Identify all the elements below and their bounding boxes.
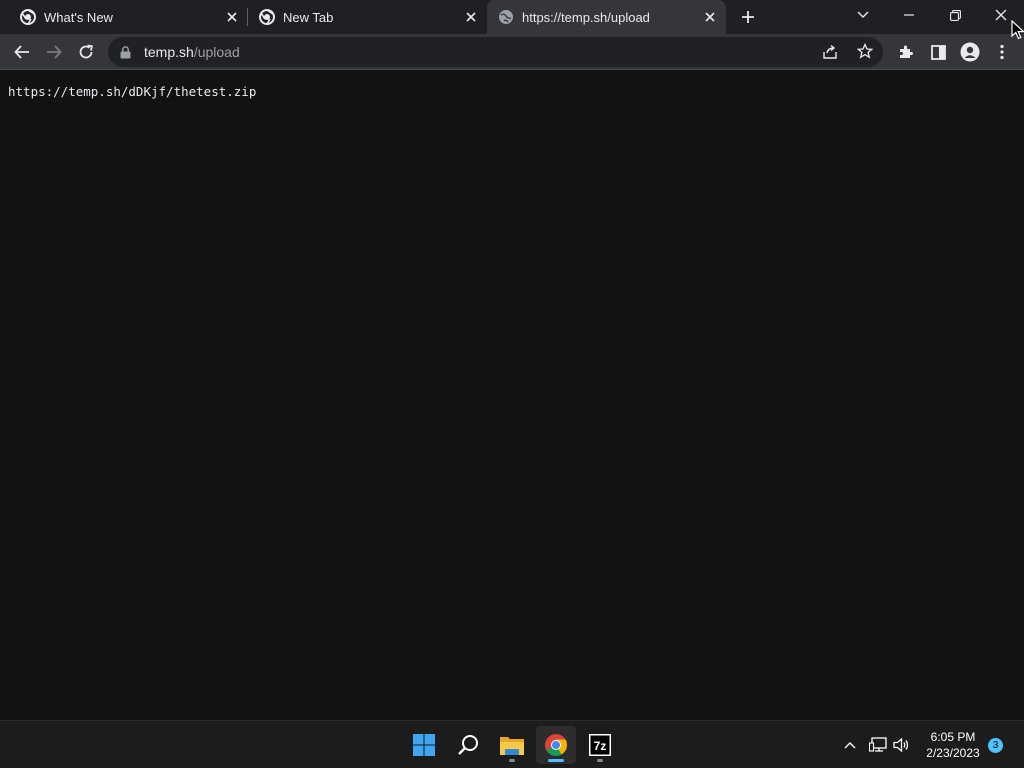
tab-title: https://temp.sh/upload bbox=[522, 9, 650, 25]
profile-avatar-icon[interactable] bbox=[956, 38, 984, 66]
7zip-icon[interactable]: 7z bbox=[580, 726, 620, 764]
network-icon[interactable] bbox=[866, 733, 890, 757]
reload-button[interactable] bbox=[72, 38, 100, 66]
7zip-label: 7z bbox=[594, 739, 607, 753]
menu-kebab-icon[interactable] bbox=[988, 38, 1016, 66]
clock-date: 2/23/2023 bbox=[926, 746, 980, 760]
bookmark-star-icon[interactable] bbox=[856, 42, 874, 62]
system-clock[interactable]: 6:05 PM 2/23/2023 bbox=[918, 729, 988, 761]
windows-start-icon[interactable] bbox=[404, 726, 444, 764]
tab-title: New Tab bbox=[283, 9, 334, 25]
url-path: /upload bbox=[193, 44, 240, 60]
tab-close-icon[interactable] bbox=[702, 9, 718, 25]
tab-close-icon[interactable] bbox=[463, 9, 479, 25]
running-indicator bbox=[548, 759, 564, 762]
tab-new-tab[interactable]: New Tab bbox=[248, 0, 487, 34]
side-panel-icon[interactable] bbox=[924, 38, 952, 66]
forward-button[interactable] bbox=[40, 38, 68, 66]
tab-temp-sh-upload[interactable]: https://temp.sh/upload bbox=[487, 0, 726, 34]
new-tab-button[interactable] bbox=[736, 5, 760, 29]
mouse-cursor-icon bbox=[1011, 20, 1024, 40]
tab-title: What's New bbox=[44, 9, 113, 25]
clock-time: 6:05 PM bbox=[930, 730, 976, 744]
chevron-up-icon[interactable] bbox=[838, 733, 862, 757]
file-explorer-icon[interactable] bbox=[492, 726, 532, 764]
browser-toolbar: temp.sh/upload bbox=[0, 34, 1024, 70]
chrome-icon bbox=[20, 9, 36, 25]
tab-close-icon[interactable] bbox=[224, 9, 240, 25]
share-icon[interactable] bbox=[822, 44, 838, 63]
chrome-taskbar-icon[interactable] bbox=[536, 726, 576, 764]
globe-icon bbox=[498, 9, 514, 25]
running-indicator bbox=[509, 759, 515, 762]
restore-button[interactable] bbox=[932, 0, 978, 30]
chrome-icon bbox=[259, 9, 275, 25]
lock-icon[interactable] bbox=[118, 45, 132, 59]
minimize-button[interactable] bbox=[886, 0, 932, 30]
windows-taskbar: 7z 6:05 PM 2/23/2023 3 bbox=[0, 720, 1024, 768]
tab-whats-new[interactable]: What's New bbox=[0, 0, 248, 34]
tab-strip: What's New New Tab https://temp.sh/uploa… bbox=[0, 0, 1024, 34]
url-host: temp.sh bbox=[144, 44, 194, 60]
search-icon[interactable] bbox=[448, 726, 488, 764]
notification-badge[interactable]: 3 bbox=[988, 738, 1003, 753]
running-indicator bbox=[597, 759, 603, 762]
volume-icon[interactable] bbox=[890, 733, 914, 757]
extensions-icon[interactable] bbox=[892, 38, 920, 66]
tab-search-button[interactable] bbox=[840, 0, 886, 30]
upload-result-url: https://temp.sh/dDKjf/thetest.zip bbox=[8, 84, 257, 99]
back-button[interactable] bbox=[8, 38, 36, 66]
page-content: https://temp.sh/dDKjf/thetest.zip bbox=[0, 71, 1024, 720]
address-bar[interactable]: temp.sh/upload bbox=[108, 37, 883, 67]
